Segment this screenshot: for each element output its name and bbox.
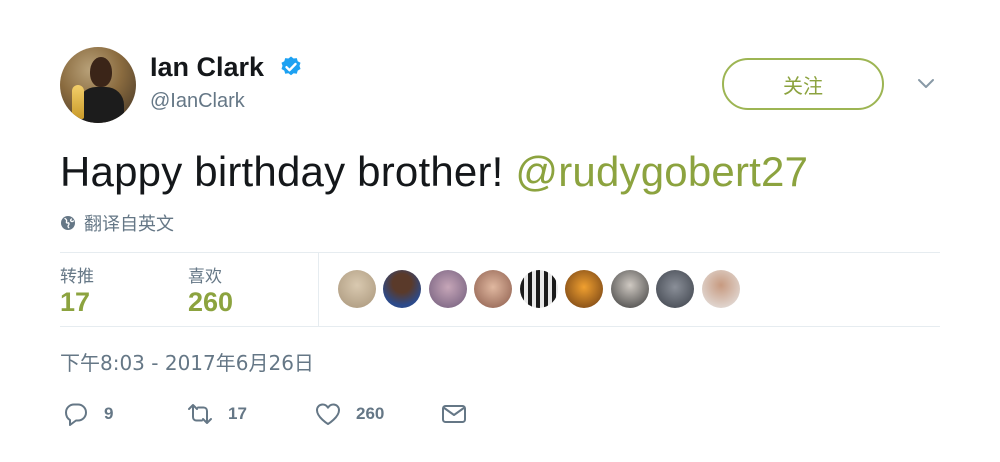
verified-badge-icon [281, 56, 301, 76]
heart-icon [316, 403, 340, 425]
liker-avatar[interactable] [520, 270, 558, 308]
reply-icon [65, 403, 87, 426]
liker-avatar[interactable] [429, 270, 467, 308]
tweet-timestamp[interactable]: 下午8:03 - 2017年6月26日 [60, 347, 314, 376]
author-name[interactable]: Ian Clark [150, 52, 264, 83]
follow-button[interactable]: 关注 [722, 58, 884, 110]
retweet-count: 17 [228, 404, 247, 423]
retweets-label[interactable]: 转推 [60, 262, 94, 287]
translate-link[interactable]: 翻译自英文 [60, 210, 174, 236]
like-count: 260 [356, 404, 385, 423]
author-handle[interactable]: @IanClark [150, 90, 245, 113]
direct-message-button[interactable] [440, 400, 468, 428]
liker-avatar[interactable] [656, 270, 694, 308]
translate-label: 翻译自英文 [84, 214, 174, 235]
liker-avatar[interactable] [383, 270, 421, 308]
liker-avatar[interactable] [338, 270, 376, 308]
chevron-down-icon[interactable] [916, 76, 936, 90]
like-button[interactable]: 260 [314, 400, 384, 428]
tweet-text: Happy birthday brother! @rudygobert27 [60, 148, 808, 196]
author-avatar[interactable] [60, 47, 136, 123]
liker-avatar[interactable] [474, 270, 512, 308]
divider-bottom [60, 326, 940, 327]
liker-avatar[interactable] [565, 270, 603, 308]
retweet-button[interactable]: 17 [186, 400, 247, 428]
likes-label[interactable]: 喜欢 [188, 262, 222, 287]
tweet-body: Happy birthday brother! [60, 148, 516, 195]
mention-link[interactable]: @rudygobert27 [515, 148, 808, 195]
reply-count: 9 [104, 404, 114, 423]
likes-count[interactable]: 260 [188, 287, 233, 318]
globe-icon [61, 216, 75, 230]
retweets-count[interactable]: 17 [60, 287, 90, 318]
liker-avatar[interactable] [702, 270, 740, 308]
retweet-icon [188, 404, 212, 424]
stats-divider [318, 252, 319, 326]
divider-top [60, 252, 940, 253]
liker-avatar[interactable] [611, 270, 649, 308]
reply-button[interactable]: 9 [62, 400, 113, 428]
envelope-icon [442, 405, 466, 423]
